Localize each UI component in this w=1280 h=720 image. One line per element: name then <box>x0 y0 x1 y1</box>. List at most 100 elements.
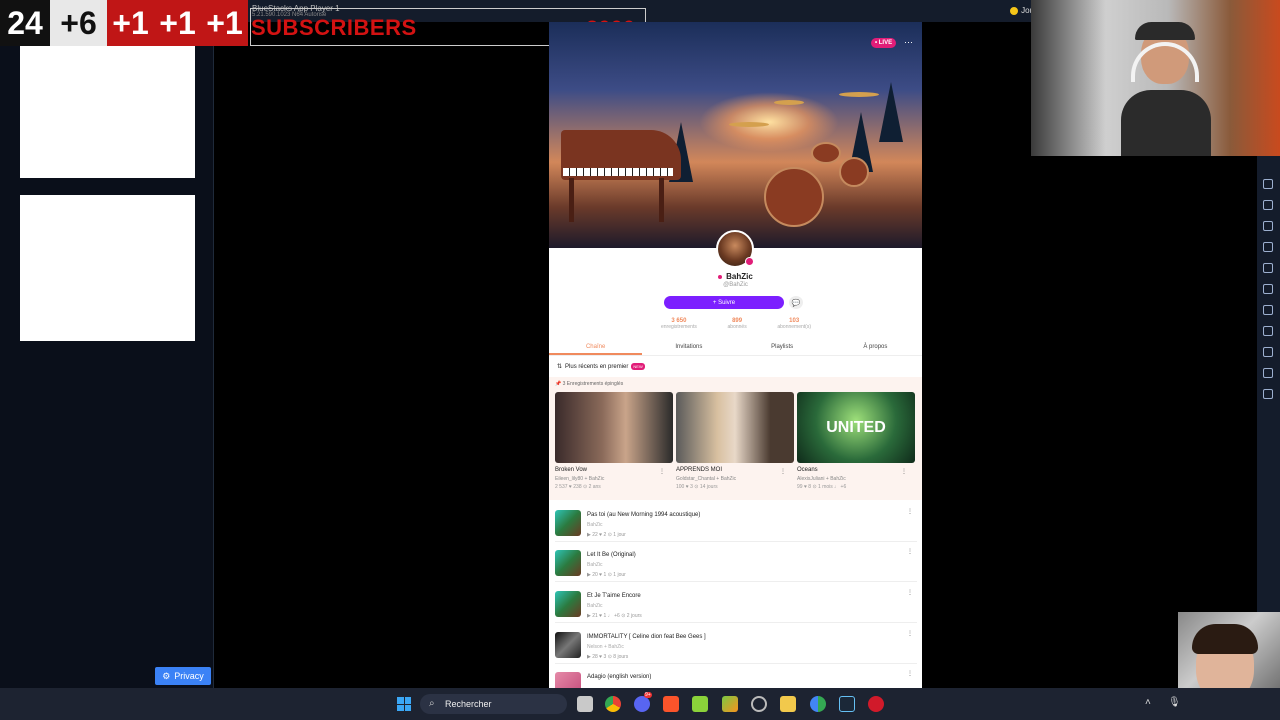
row-more-icon[interactable]: ⋮ <box>907 630 913 637</box>
card-more-icon[interactable]: ⋮ <box>901 468 907 475</box>
more-options-icon[interactable]: ⋯ <box>904 37 913 48</box>
brave-icon[interactable] <box>663 696 679 712</box>
card-more-icon[interactable]: ⋮ <box>659 468 665 475</box>
sidebar-tool-icon[interactable] <box>1263 242 1273 252</box>
pinned-card[interactable]: Broken Vow Eileen_lily80 + BahZic 2 537 … <box>555 392 673 490</box>
row-more-icon[interactable]: ⋮ <box>907 589 913 596</box>
profile-handle: @BahZic <box>723 282 748 288</box>
windows-start-icon[interactable] <box>397 697 411 711</box>
white-panel-bottom <box>20 195 195 341</box>
follow-button[interactable]: + Suivre <box>664 296 784 309</box>
pin-icon: 📌 <box>555 381 562 387</box>
media-player-icon[interactable] <box>868 696 884 712</box>
sidebar-tool-icon[interactable] <box>1263 326 1273 336</box>
pinned-card[interactable]: APPRENDS MOI Goldstar_Chantal + BahZic 1… <box>676 392 794 490</box>
settings-icon[interactable] <box>751 696 767 712</box>
recording-row[interactable]: Pas toi (au New Morning 1994 acoustique)… <box>555 504 917 542</box>
card-thumbnail[interactable] <box>555 392 673 463</box>
emulator-sidebar <box>1257 155 1280 688</box>
steam-icon[interactable] <box>839 696 855 712</box>
vip-badge-icon <box>745 257 754 266</box>
cymbal <box>774 100 804 105</box>
sidebar-tool-icon[interactable] <box>1263 368 1273 378</box>
stat-recordings[interactable]: 3 650 enregistrements <box>661 318 697 330</box>
discord-badge: 9+ <box>644 692 652 698</box>
sidebar-tool-icon[interactable] <box>1263 179 1273 189</box>
sidebar-tool-icon[interactable] <box>1263 284 1273 294</box>
recording-thumbnail[interactable] <box>555 672 581 688</box>
profile-stats: 3 650 enregistrements 899 abonnés 103 abonn… <box>661 318 811 330</box>
sidebar-tool-icon[interactable] <box>1263 347 1273 357</box>
stat-followers[interactable]: 899 abonnés <box>728 318 747 330</box>
card-artists: Goldstar_Chantal + BahZic <box>676 476 737 482</box>
privacy-label: Privacy <box>174 671 204 681</box>
pinned-header: 📌 3 Enregistrements épinglés <box>555 381 624 387</box>
tab-channel[interactable]: Chaîne <box>549 340 643 355</box>
tab-playlists[interactable]: Playlists <box>736 340 829 355</box>
windows-taskbar: ⌕ Rechercher 9+ ˄ 🎙 <box>0 688 1280 720</box>
card-thumbnail[interactable]: UNITED <box>797 392 915 463</box>
subscribers-label: SUBSCRIBERS <box>251 15 417 40</box>
card-title: Oceans <box>797 467 818 473</box>
card-thumbnail[interactable] <box>676 392 794 463</box>
microphone-icon[interactable]: 🎙 <box>1168 697 1181 708</box>
sort-icon: ⇅ <box>557 364 563 370</box>
recording-thumbnail[interactable] <box>555 550 581 576</box>
card-artists: AlexisJuliani + BahZic <box>797 476 846 482</box>
recording-thumbnail[interactable] <box>555 591 581 617</box>
stat-following[interactable]: 103 abonnement(s) <box>777 318 811 330</box>
card-meta: 2 537 ♥ 238 ⊙ 2 ans <box>555 484 601 490</box>
sidebar-tool-icon[interactable] <box>1263 221 1273 231</box>
card-meta: 100 ♥ 3 ⊙ 14 jours <box>676 484 718 490</box>
left-browser-panel: ⚙ Privacy <box>0 0 214 688</box>
tab-about[interactable]: À propos <box>829 340 922 355</box>
white-panel-top <box>20 46 195 178</box>
discord-icon[interactable] <box>634 696 650 712</box>
smule-profile-screen: • LIVE ⋯ BahZic @BahZic + Suivre 💬 3 650… <box>549 22 922 688</box>
sidebar-tool-icon[interactable] <box>1263 200 1273 210</box>
profile-tabs: Chaîne Invitations Playlists À propos <box>549 340 922 356</box>
sort-dropdown[interactable]: ⇅ Plus récents en premier NEW <box>557 363 645 370</box>
tom-drum <box>811 142 841 164</box>
tab-invitations[interactable]: Invitations <box>642 340 735 355</box>
card-artists: Eileen_lily80 + BahZic <box>555 476 605 482</box>
chevron-up-icon[interactable]: ˄ <box>1145 697 1151 708</box>
gear-icon: ⚙ <box>162 670 171 681</box>
recording-row[interactable]: IMMORTALITY [ Celine dion feat Bee Gees … <box>555 626 917 664</box>
sidebar-tool-icon[interactable] <box>1263 263 1273 273</box>
recording-thumbnail[interactable] <box>555 632 581 658</box>
card-more-icon[interactable]: ⋮ <box>780 468 786 475</box>
online-dot-icon <box>718 274 723 279</box>
cymbal <box>839 92 879 97</box>
sidebar-tool-icon[interactable] <box>1263 305 1273 315</box>
row-more-icon[interactable]: ⋮ <box>907 670 913 677</box>
folder-icon[interactable] <box>780 696 796 712</box>
sidebar-tool-icon[interactable] <box>1263 389 1273 399</box>
recording-row[interactable]: Adagio (english version) ⋮ <box>555 666 917 688</box>
card-meta: 99 ♥ 8 ⊙ 1 mois ♩ +6 <box>797 484 847 490</box>
taskbar-search[interactable]: ⌕ Rechercher <box>420 694 567 714</box>
recording-thumbnail[interactable] <box>555 510 581 536</box>
chrome-icon[interactable] <box>605 696 621 712</box>
piano-keys <box>563 168 673 176</box>
profile-name: BahZic <box>549 272 922 281</box>
chrome-alt-icon[interactable] <box>810 696 826 712</box>
emoji-icon <box>1010 6 1019 15</box>
privacy-button[interactable]: ⚙ Privacy <box>155 667 211 685</box>
pinned-recordings: 📌 3 Enregistrements épinglés Broken Vow … <box>549 377 922 500</box>
recording-row[interactable]: Let It Be (Original) BahZic ▶ 20 ♥ 1 ⊙ 1… <box>555 544 917 582</box>
row-more-icon[interactable]: ⋮ <box>907 508 913 515</box>
floor-tom <box>839 157 869 187</box>
counter-plus: +1 <box>154 0 201 46</box>
pinned-card[interactable]: UNITED Oceans AlexisJuliani + BahZic 99 … <box>797 392 915 490</box>
tree-shape <box>879 82 903 142</box>
message-icon[interactable]: 💬 <box>789 296 803 309</box>
bluestacks-app-icon[interactable] <box>722 696 738 712</box>
row-more-icon[interactable]: ⋮ <box>907 548 913 555</box>
task-view-icon[interactable] <box>577 696 593 712</box>
counter-plus: +1 <box>107 0 154 46</box>
live-badge[interactable]: • LIVE <box>871 38 897 48</box>
recording-row[interactable]: Et Je T'aime Encore BahZic ▶ 21 ♥ 1 ♩ +6… <box>555 585 917 623</box>
bluestacks-icon[interactable] <box>692 696 708 712</box>
subscriber-counter-overlay: 24 +6 +1 +1 +1 <box>0 0 248 46</box>
